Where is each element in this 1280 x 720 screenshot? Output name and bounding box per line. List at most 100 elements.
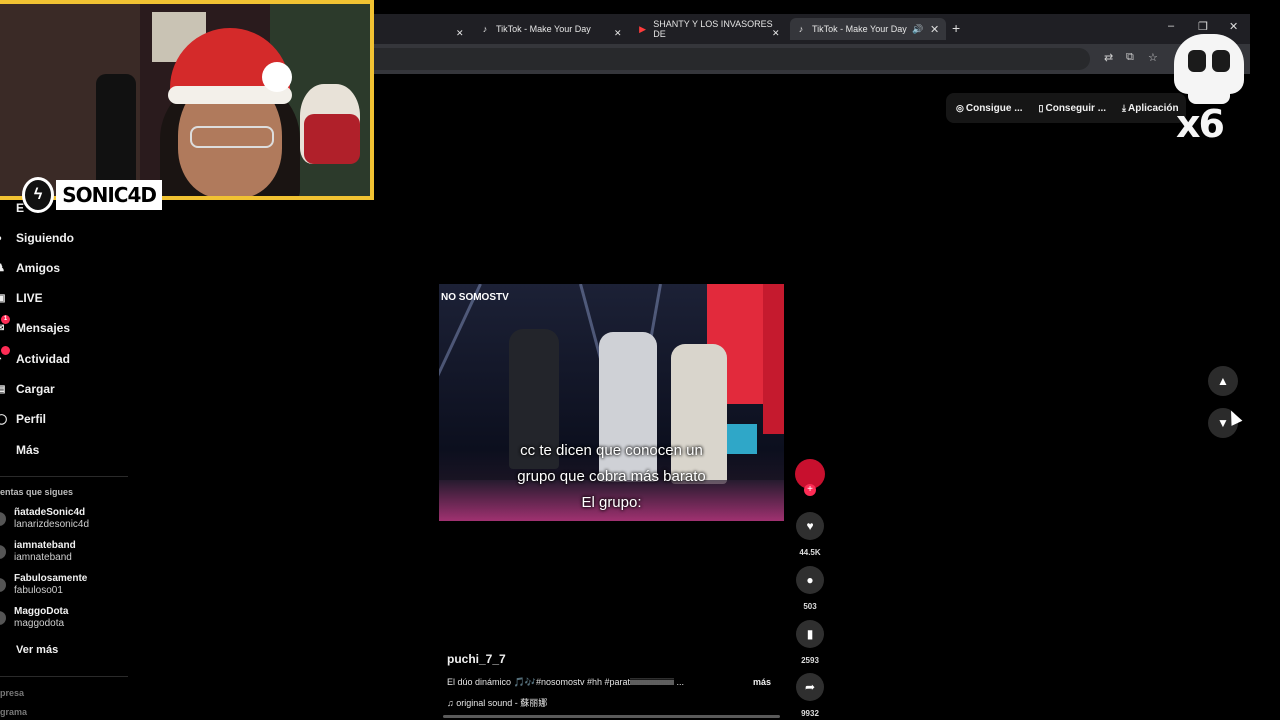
video-watermark: NO SOMOSTV [441, 292, 509, 303]
comment-button[interactable]: ● [796, 566, 824, 594]
video-caption-line: El grupo: [581, 494, 642, 511]
account-handle: fabuloso01 [14, 585, 63, 596]
follow-plus-icon[interactable]: + [804, 484, 816, 496]
account-name: iamnateband [14, 540, 76, 551]
video-progress-bar[interactable] [443, 715, 780, 718]
description-more-button[interactable]: más [753, 677, 771, 687]
tab-label: TikTok - Make Your Day [496, 24, 591, 34]
avatar [0, 545, 6, 559]
get-app-button[interactable]: ▯ Conseguir ... [1039, 103, 1107, 114]
share-icon: ➦ [804, 680, 816, 694]
get-coins-button[interactable]: ◎ Consigue ... [956, 103, 1023, 114]
comment-icon: ● [806, 573, 814, 587]
skull-eye [1188, 50, 1206, 72]
tiktok-icon: ♪ [482, 24, 488, 34]
sidebar-item-label: Mensajes [16, 321, 71, 335]
new-tab-button[interactable]: + [952, 20, 960, 36]
sidebar-item-friends[interactable]: ♟ Amigos [0, 258, 60, 278]
sidebar-item-label: Siguiendo [16, 231, 74, 245]
skull-icon [1174, 34, 1244, 94]
footer-link[interactable]: grama [0, 707, 27, 717]
close-tab-icon[interactable]: ✕ [456, 22, 464, 44]
performer-center [599, 332, 657, 482]
following-account[interactable]: ñatadeSonic4d lanarizdesonic4d [0, 507, 130, 533]
get-coins-label: Consigue ... [965, 102, 1023, 114]
comment-count: 503 [803, 602, 817, 611]
post-author[interactable]: puchi_7_7 [447, 652, 506, 666]
sidebar-item-live[interactable]: ▣ LIVE [0, 288, 43, 308]
sidebar-item-more[interactable]: · Más [0, 440, 39, 460]
video-caption-line: cc te dicen que conocen un [520, 442, 703, 459]
download-icon: ⤓ [1122, 102, 1127, 113]
account-name: Fabulosamente [14, 573, 88, 584]
account-handle: iamnateband [14, 552, 72, 563]
account-name: ñatadeSonic4d [14, 507, 86, 518]
webcam-overlay [0, 0, 374, 200]
streamer-logo: ϟ SONIC4D [22, 177, 162, 213]
share-button[interactable]: ➦ [796, 673, 824, 701]
messages-icon: ✉ [0, 322, 5, 334]
profile-icon: ◯ [0, 413, 8, 425]
save-button[interactable]: ▮ [796, 620, 824, 648]
following-account[interactable]: Fabulosamente fabuloso01 [0, 573, 130, 599]
tiktok-icon: ♪ [798, 24, 804, 34]
chevron-up-icon: ▲ [1217, 374, 1229, 388]
performer-right [671, 344, 727, 484]
tab-youtube[interactable]: ▶ SHANTY Y LOS INVASORES DE [638, 18, 778, 40]
skull-count: x6 [1176, 102, 1225, 146]
webcam-plush-bear-body [304, 114, 360, 164]
sidebar-item-following[interactable]: ● Siguiendo [0, 228, 74, 248]
tab-label: TikTok - Make Your Day [812, 24, 907, 34]
see-more-link[interactable]: Ver más [16, 640, 58, 660]
account-handle: maggodota [14, 618, 65, 629]
sidebar-item-label: LIVE [16, 291, 43, 305]
save-count: 2593 [801, 656, 819, 665]
sidebar-item-upload[interactable]: ▤ Cargar [0, 379, 55, 399]
skull-eye [1212, 50, 1230, 72]
notification-badge: 1 [1, 315, 10, 324]
santa-hat-pompom [262, 62, 292, 92]
audio-playing-icon[interactable]: 🔊 [912, 24, 923, 35]
post-description: El dúo dinámico 🎵🎶#nosomostv #hh #parati… [447, 677, 685, 687]
following-account[interactable]: MaggoDota maggodota [0, 606, 130, 632]
tab-tiktok-active[interactable]: ♪ TikTok - Make Your Day 🔊 ✕ [790, 18, 946, 40]
music-note-icon: ♫ [447, 698, 457, 708]
avatar [0, 578, 6, 592]
close-tab-icon[interactable]: ✕ [614, 22, 622, 44]
following-account[interactable]: iamnateband iamnateband [0, 540, 130, 566]
sidebar-item-label: Cargar [16, 382, 55, 396]
sound-label: original sound - 蘇丽娜 [456, 698, 548, 708]
webcam-person-glasses [190, 126, 274, 148]
close-tab-icon[interactable]: ✕ [772, 22, 780, 44]
get-app-label: Conseguir ... [1045, 102, 1107, 114]
bookmark-star-icon[interactable]: ☆ [1148, 51, 1158, 64]
following-accounts-title: entas que sigues [0, 487, 74, 497]
video-player[interactable]: NO SOMOSTV cc te dicen que conocen un gr… [439, 284, 784, 521]
translate-icon[interactable]: ⇄ [1104, 51, 1113, 64]
sidebar-item-label: Actividad [16, 352, 71, 366]
activity-icon: ◔ [0, 354, 10, 365]
account-handle: lanarizdesonic4d [14, 519, 90, 530]
account-name: MaggoDota [14, 606, 69, 617]
header-actions: ◎ Consigue ... ▯ Conseguir ... ⤓ Aplicación [946, 93, 1186, 123]
upload-icon: ▤ [0, 383, 6, 395]
footer-link[interactable]: presa [0, 688, 24, 698]
heart-icon: ♥ [806, 519, 814, 533]
sidebar-item-messages[interactable]: ✉ 1 Mensajes [0, 315, 71, 338]
install-app-icon[interactable]: ⧉ [1126, 51, 1134, 64]
sidebar-divider [0, 476, 128, 477]
youtube-icon: ▶ [639, 23, 647, 34]
bookmark-icon: ▮ [806, 627, 814, 641]
sidebar-item-profile[interactable]: ◯ Perfil [0, 409, 46, 429]
sidebar-item-activity[interactable]: ◔ Actividad [0, 346, 71, 369]
post-sound[interactable]: ♫ original sound - 蘇丽娜 [447, 696, 547, 709]
sidebar-divider [0, 676, 128, 677]
close-tab-icon[interactable]: ✕ [930, 23, 939, 36]
tab-label: SHANTY Y LOS INVASORES DE [653, 19, 773, 39]
install-app-button[interactable]: ⤓ Aplicación [1122, 103, 1179, 114]
like-button[interactable]: ♥ [796, 512, 824, 540]
sidebar-item-partial[interactable]: E [16, 198, 24, 218]
previous-video-button[interactable]: ▲ [1208, 366, 1238, 396]
friends-icon: ♟ [0, 262, 5, 274]
avatar [0, 512, 6, 526]
